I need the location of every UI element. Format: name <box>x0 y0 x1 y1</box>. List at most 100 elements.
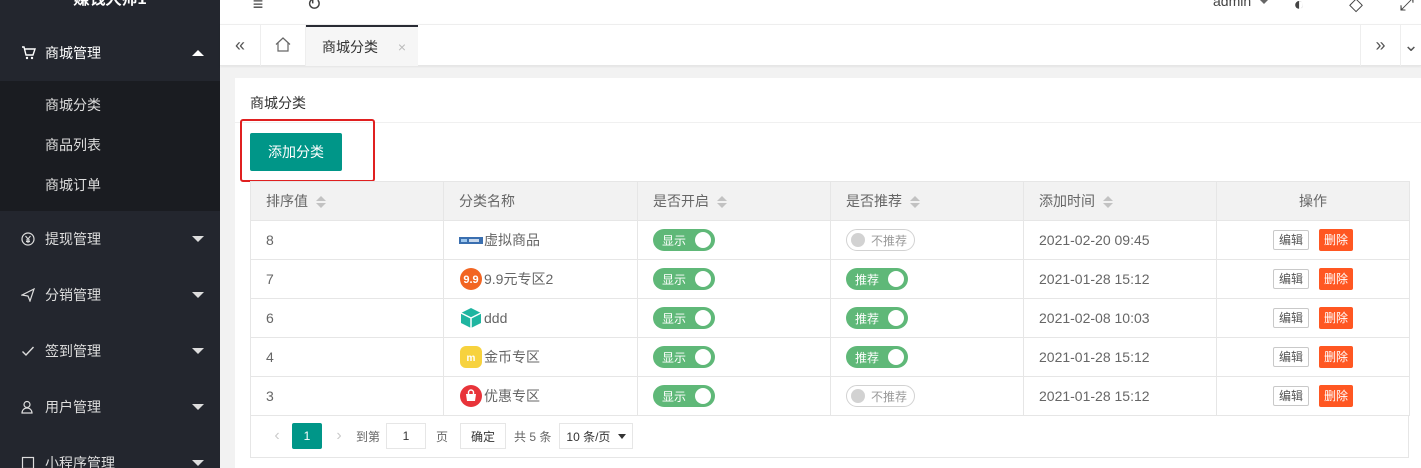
edit-button[interactable]: 编辑 <box>1272 269 1309 289</box>
recommend-switch[interactable]: 不推荐 <box>846 229 915 251</box>
edit-button[interactable]: 编辑 <box>1272 308 1309 328</box>
cell-sort: 7 <box>250 259 444 299</box>
edit-button[interactable]: 编辑 <box>1272 347 1309 367</box>
sort-icon[interactable] <box>1103 195 1113 209</box>
cell-time: 2021-01-28 15:12 <box>1023 337 1217 377</box>
fullscreen-icon[interactable]: ⤢ <box>1397 0 1417 14</box>
sidebar-item-distribution[interactable]: 分销管理 <box>0 267 220 323</box>
yen-icon <box>20 231 36 247</box>
cell-time: 2021-02-08 10:03 <box>1023 298 1217 338</box>
bag-icon <box>459 384 483 408</box>
th-enabled[interactable]: 是否开启 <box>637 181 831 221</box>
table-row: 7 9.9 9.9元专区2 显示 推荐 2021-01-28 15:12 编辑删… <box>250 259 1410 299</box>
svg-text:m: m <box>467 353 476 364</box>
sidebar-item-label: 用户管理 <box>45 399 101 415</box>
cell-time: 2021-01-28 15:12 <box>1023 259 1217 299</box>
card-icon <box>459 228 483 252</box>
edit-button[interactable]: 编辑 <box>1272 230 1309 250</box>
cell-sort: 4 <box>250 337 444 377</box>
sort-icon[interactable] <box>316 195 326 209</box>
tab-mall-category[interactable]: 商城分类 × <box>306 25 418 66</box>
edit-button[interactable]: 编辑 <box>1272 386 1309 406</box>
chevron-down-icon <box>192 460 204 466</box>
cell-enabled: 显示 <box>637 259 831 299</box>
tabs-scroll-right-icon[interactable]: » <box>1360 25 1400 66</box>
page-current[interactable]: 1 <box>292 423 322 449</box>
cell-actions: 编辑 删除 <box>1216 376 1410 416</box>
sidebar-subitem-category[interactable]: 商城分类 <box>45 85 101 125</box>
menu-toggle-icon[interactable]: ≡ <box>248 0 268 14</box>
cell-name: ddd <box>443 298 638 338</box>
sidebar-item-mall[interactable]: 商城管理 <box>0 25 220 81</box>
recommend-switch[interactable]: 不推荐 <box>846 385 915 407</box>
sidebar-subitem-orders[interactable]: 商城订单 <box>45 165 101 205</box>
sidebar-item-withdraw[interactable]: 提现管理 <box>0 211 220 267</box>
cell-name: 9.9 9.9元专区2 <box>443 259 638 299</box>
cell-name: 虚拟商品 <box>443 220 638 260</box>
cell-enabled: 显示 <box>637 220 831 260</box>
enabled-switch[interactable]: 显示 <box>653 385 715 407</box>
goto-label: 到第 <box>356 429 381 444</box>
table-row: 8 虚拟商品 显示 不推荐 2021-02-20 09:45 编辑 删除 <box>250 220 1410 260</box>
cell-enabled: 显示 <box>637 376 831 416</box>
notice-icon[interactable]: ◇ <box>1346 0 1366 14</box>
th-time[interactable]: 添加时间 <box>1023 181 1217 221</box>
sort-icon[interactable] <box>717 195 727 209</box>
tab-label: 商城分类 <box>322 38 378 55</box>
sidebar-subitem-products[interactable]: 商品列表 <box>45 125 101 165</box>
cell-actions: 编辑 删除 <box>1216 220 1410 260</box>
chevron-down-icon <box>192 348 204 354</box>
goto-confirm-button[interactable]: 确定 <box>460 423 507 449</box>
delete-button[interactable]: 删除 <box>1319 385 1354 407</box>
enabled-switch[interactable]: 显示 <box>653 268 715 290</box>
delete-button[interactable]: 删除 <box>1319 229 1354 251</box>
refresh-icon[interactable]: ↻ <box>304 0 324 14</box>
user-menu[interactable]: admin <box>1213 0 1251 9</box>
sidebar-item-users[interactable]: 用户管理 <box>0 379 220 435</box>
recommend-switch[interactable]: 推荐 <box>846 268 908 290</box>
sidebar: 赚钱大师1 商城管理 商城分类 商品列表 商城订单 提现管理 分销管理 签到管理 <box>0 0 220 468</box>
sidebar-item-miniprogram[interactable]: 小程序管理 <box>0 435 220 468</box>
tabs-scroll-left-icon[interactable]: « <box>220 25 260 66</box>
chevron-down-icon <box>192 292 204 298</box>
send-icon <box>20 287 36 303</box>
theme-icon[interactable]: ◐ <box>1289 0 1309 14</box>
cell-sort: 8 <box>250 220 444 260</box>
sidebar-item-label: 商城管理 <box>45 45 101 61</box>
enabled-switch[interactable]: 显示 <box>653 307 715 329</box>
close-icon[interactable]: × <box>398 39 406 55</box>
prev-page-icon[interactable]: ‹ <box>266 427 288 445</box>
sidebar-submenu: 商城分类 商品列表 商城订单 <box>0 81 220 211</box>
caret-down-icon <box>618 433 627 439</box>
svg-text:9.9: 9.9 <box>463 274 478 286</box>
main-card: 商城分类 添加分类 排序值 分类名称 是否开启 是否推荐 添加时间 操作 8 虚… <box>235 78 1421 468</box>
enabled-switch[interactable]: 显示 <box>653 229 715 251</box>
th-actions: 操作 <box>1216 181 1410 221</box>
enabled-switch[interactable]: 显示 <box>653 346 715 368</box>
th-sort[interactable]: 排序值 <box>250 181 444 221</box>
cell-enabled: 显示 <box>637 337 831 377</box>
sidebar-item-label: 签到管理 <box>45 343 101 359</box>
delete-button[interactable]: 删除 <box>1319 268 1354 290</box>
cell-recommend: 推荐 <box>830 259 1024 299</box>
miniprogram-icon <box>20 455 36 468</box>
table-row: 6 ddd 显示 推荐 2021-02-08 10:03 编辑 删除 <box>250 298 1410 338</box>
delete-button[interactable]: 删除 <box>1319 307 1354 329</box>
page-size-select[interactable]: 10 条/页 <box>559 423 634 449</box>
th-recommend[interactable]: 是否推荐 <box>830 181 1024 221</box>
sort-icon[interactable] <box>910 195 920 209</box>
next-page-icon[interactable]: › <box>328 427 350 445</box>
sidebar-item-checkin[interactable]: 签到管理 <box>0 323 220 379</box>
pagination: ‹ 1 › 到第 1 页 确定 共 5 条 10 条/页 <box>250 415 1409 458</box>
recommend-switch[interactable]: 推荐 <box>846 346 908 368</box>
tabs-menu-icon[interactable]: ⌄ <box>1400 25 1421 66</box>
delete-button[interactable]: 删除 <box>1319 346 1354 368</box>
sidebar-item-label: 小程序管理 <box>45 455 115 468</box>
table-row: 3 优惠专区 显示 不推荐 2021-01-28 15:12 编辑 删除 <box>250 376 1410 416</box>
divider <box>235 122 1421 123</box>
recommend-switch[interactable]: 推荐 <box>846 307 908 329</box>
app-logo-text: 赚钱大师1 <box>0 0 220 12</box>
tab-home[interactable] <box>260 25 306 66</box>
chevron-down-icon <box>192 404 204 410</box>
goto-page-input[interactable]: 1 <box>386 423 427 449</box>
